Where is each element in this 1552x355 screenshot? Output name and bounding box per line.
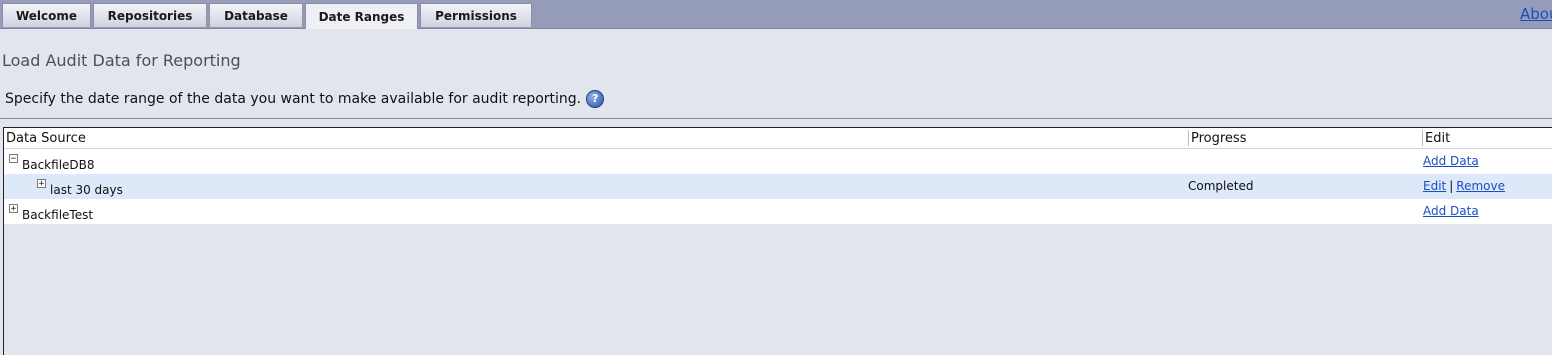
column-header-data-source[interactable]: Data Source bbox=[4, 130, 86, 147]
tab-welcome[interactable]: Welcome bbox=[2, 3, 91, 27]
tab-repositories[interactable]: Repositories bbox=[93, 3, 207, 27]
edit-cell: Add Data bbox=[1423, 154, 1479, 168]
data-source-grid: Data Source Progress Edit − BackfileDB8 … bbox=[3, 127, 1552, 355]
tab-database[interactable]: Database bbox=[209, 3, 303, 27]
collapse-icon[interactable]: − bbox=[9, 154, 18, 164]
progress-status: Completed bbox=[1188, 179, 1254, 193]
link-separator: | bbox=[1449, 179, 1454, 193]
grid-header: Data Source Progress Edit bbox=[4, 128, 1552, 149]
column-header-progress[interactable]: Progress bbox=[1189, 130, 1246, 147]
date-range-name: last 30 days bbox=[50, 183, 123, 197]
expand-icon[interactable]: + bbox=[37, 179, 46, 189]
about-link[interactable]: About bbox=[1520, 5, 1552, 23]
data-source-name: BackfileDB8 bbox=[22, 158, 95, 172]
question-icon[interactable]: ? bbox=[586, 90, 605, 108]
add-data-link[interactable]: Add Data bbox=[1423, 154, 1479, 168]
edit-cell: Add Data bbox=[1423, 204, 1479, 218]
remove-link[interactable]: Remove bbox=[1456, 179, 1505, 193]
expand-icon[interactable]: + bbox=[9, 204, 18, 214]
edit-link[interactable]: Edit bbox=[1423, 179, 1446, 193]
instructions: Specify the date range of the data you w… bbox=[5, 90, 605, 108]
tab-bar: Welcome Repositories Database Date Range… bbox=[0, 0, 1552, 29]
add-data-link[interactable]: Add Data bbox=[1423, 204, 1479, 218]
page-title: Load Audit Data for Reporting bbox=[2, 51, 241, 70]
divider bbox=[0, 118, 1552, 119]
data-source-name: BackfileTest bbox=[22, 208, 94, 222]
column-header-edit[interactable]: Edit bbox=[1423, 130, 1450, 147]
tree-row-backfiletest[interactable]: + BackfileTest Add Data bbox=[4, 199, 1552, 224]
tab-date-ranges[interactable]: Date Ranges bbox=[305, 3, 418, 29]
tab-permissions[interactable]: Permissions bbox=[420, 3, 532, 27]
tree-row-last-30-days[interactable]: + last 30 days Completed Edit | Remove bbox=[4, 174, 1552, 199]
edit-cell: Edit | Remove bbox=[1423, 179, 1505, 193]
instructions-text: Specify the date range of the data you w… bbox=[5, 91, 582, 107]
tree-row-backfiledb8[interactable]: − BackfileDB8 Add Data bbox=[4, 149, 1552, 174]
